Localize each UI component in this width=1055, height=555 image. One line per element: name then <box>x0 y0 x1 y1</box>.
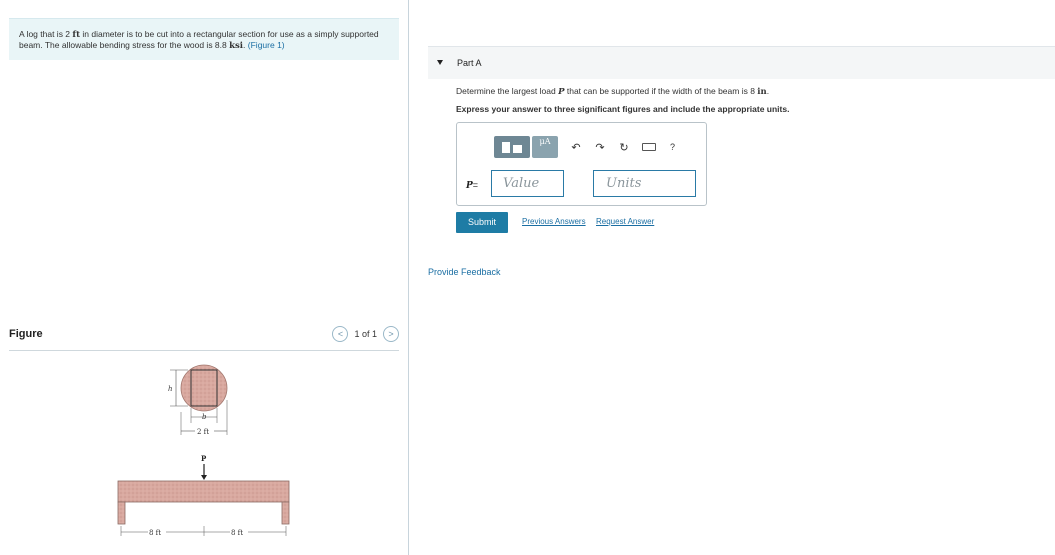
figure-link[interactable]: (Figure 1) <box>248 40 285 50</box>
beam <box>117 480 290 503</box>
question-unit: in <box>757 87 767 97</box>
next-figure-button[interactable]: > <box>383 326 399 342</box>
h-label: h <box>168 385 173 393</box>
part-a-header[interactable]: Part A <box>428 46 1055 79</box>
var-p: P <box>466 181 473 191</box>
keyboard-icon[interactable] <box>642 143 656 151</box>
figure-title: Figure <box>9 328 43 340</box>
instruction-text: Express your answer to three significant… <box>456 104 790 114</box>
math-toolbar: μA ↶ ↷ ↻ ? <box>494 136 675 158</box>
span-right-label: 8 ft <box>231 529 243 537</box>
question-part-1: Determine the largest load <box>456 86 556 96</box>
question-part-3: . <box>766 86 770 96</box>
value-input[interactable]: Value <box>491 170 564 197</box>
redo-icon[interactable]: ↷ <box>594 141 606 154</box>
template-icon <box>502 141 510 153</box>
units-symbol-button[interactable]: μA <box>532 136 558 158</box>
left-panel: A log that is 2 ft in diameter is to be … <box>0 0 409 555</box>
problem-statement: A log that is 2 ft in diameter is to be … <box>9 18 399 60</box>
problem-text-3: . <box>243 40 246 50</box>
question-text: Determine the largest load P that can be… <box>456 86 769 97</box>
template-icon-2 <box>513 144 522 153</box>
help-icon[interactable]: ? <box>670 142 675 152</box>
unit-ksi: ksi <box>229 41 244 51</box>
answer-box: μA ↶ ↷ ↻ ? P= Value Units <box>456 122 707 206</box>
load-label: P <box>201 454 207 463</box>
question-part-2: that can be supported if the width of th… <box>566 86 755 96</box>
provide-feedback-link[interactable]: Provide Feedback <box>428 267 501 277</box>
submit-button[interactable]: Submit <box>456 212 508 233</box>
figure-header: Figure < 1 of 1 > <box>9 326 399 351</box>
part-a-label: Part A <box>457 58 482 68</box>
undo-icon[interactable]: ↶ <box>570 141 582 154</box>
previous-answers-link[interactable]: Previous Answers <box>522 217 586 226</box>
collapse-triangle-icon[interactable] <box>437 60 443 65</box>
question-var: P <box>558 87 565 97</box>
request-answer-link[interactable]: Request Answer <box>596 217 654 226</box>
templates-button[interactable] <box>494 136 530 158</box>
unit-ft: ft <box>72 30 81 40</box>
beam-figure: h b 2 ft P 8 ft 8 ft <box>117 364 290 537</box>
problem-text-1: A log that is 2 <box>19 29 71 39</box>
figure-pager: < 1 of 1 > <box>332 326 399 342</box>
left-support <box>117 501 126 525</box>
b-label: b <box>202 413 207 421</box>
span-left-label: 8 ft <box>149 529 161 537</box>
log-cross-section <box>180 364 228 412</box>
reset-icon[interactable]: ↻ <box>618 141 630 154</box>
answer-variable-label: P= <box>466 180 478 191</box>
units-input[interactable]: Units <box>593 170 696 197</box>
pager-count: 1 of 1 <box>354 329 377 339</box>
right-support <box>281 501 290 525</box>
equals-sign: = <box>472 180 479 190</box>
prev-figure-button[interactable]: < <box>332 326 349 342</box>
diameter-label: 2 ft <box>197 428 209 436</box>
